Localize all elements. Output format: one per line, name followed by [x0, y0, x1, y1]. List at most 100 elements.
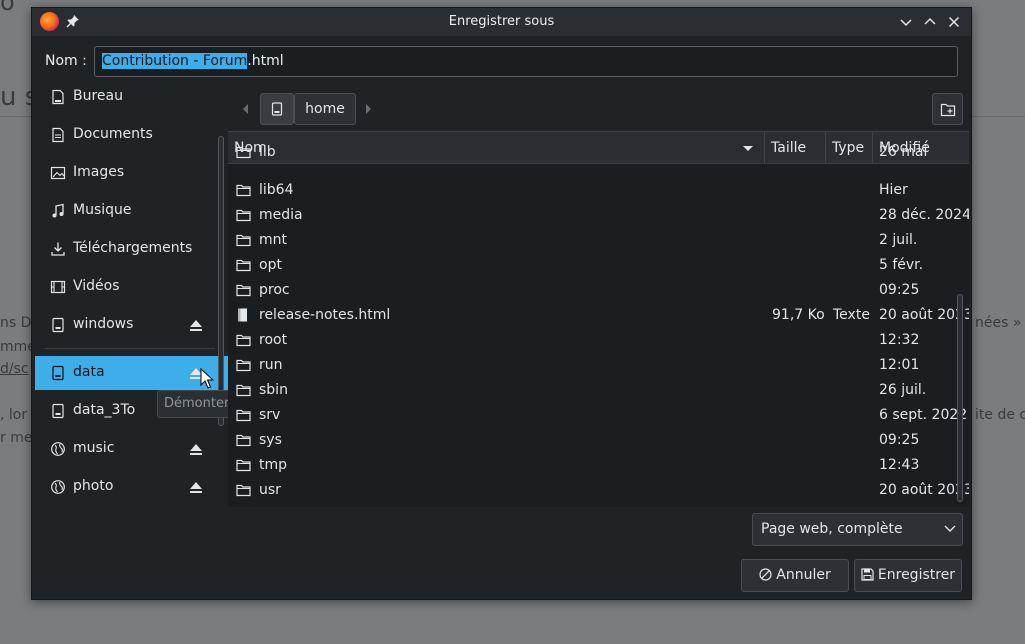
- cancel-icon: [759, 568, 772, 581]
- file-name: run: [259, 357, 283, 373]
- file-modified: 09:25: [879, 282, 920, 298]
- file-name: tmp: [259, 457, 288, 473]
- file-row[interactable]: usr 20 août 2023: [228, 478, 969, 503]
- unmount-tooltip: Démonter: [157, 390, 237, 418]
- file-row[interactable]: run 12:01: [228, 353, 958, 378]
- network-icon: [51, 442, 65, 456]
- sidebar-item-music[interactable]: music: [35, 432, 228, 466]
- forward-arrow-icon[interactable]: [356, 92, 382, 126]
- html-file-icon: [238, 308, 247, 322]
- file-row[interactable]: var20 août 2023: [228, 503, 958, 507]
- eject-icon[interactable]: [189, 480, 203, 494]
- mouse-cursor-icon: [200, 368, 214, 389]
- file-row[interactable]: media 28 déc. 2024: [228, 203, 969, 228]
- sidebar-scrollbar[interactable]: [218, 136, 224, 426]
- sidebar-divider: [45, 348, 215, 349]
- folder-icon: [236, 259, 251, 272]
- file-name: sbin: [259, 382, 288, 398]
- file-row[interactable]: lib64 Hier: [228, 178, 958, 203]
- sidebar-item-label: Bureau: [73, 88, 123, 104]
- file-row[interactable]: release-notes.html 91,7 Ko Texte 20 août 20…: [228, 303, 969, 328]
- sidebar-item-musique[interactable]: Musique: [35, 194, 228, 228]
- sidebar-item-label: Téléchargements: [73, 240, 193, 256]
- file-row[interactable]: root 12:32: [228, 328, 958, 353]
- back-arrow-icon[interactable]: [232, 92, 258, 126]
- folder-icon: [236, 209, 251, 222]
- file-name: release-notes.html: [259, 307, 391, 323]
- file-modified: 5 févr.: [879, 257, 924, 273]
- sidebar-item-bureau[interactable]: Bureau: [35, 86, 228, 114]
- bg-divider: [0, 116, 31, 117]
- file-list-scrollbar[interactable]: [957, 294, 963, 502]
- sidebar-item-label: photo: [73, 478, 114, 494]
- bg-text: r me: [0, 430, 33, 446]
- sidebar-item-documents[interactable]: Documents: [35, 118, 228, 152]
- bg-text: ite de c: [975, 407, 1025, 423]
- file-modified: 20 août 2023: [879, 482, 969, 498]
- minimize-icon[interactable]: [898, 14, 914, 30]
- image-icon: [50, 166, 66, 180]
- file-row[interactable]: srv 6 sept. 2022: [228, 403, 967, 428]
- maximize-icon[interactable]: [922, 14, 938, 30]
- sidebar-item-images[interactable]: Images: [35, 156, 228, 190]
- bg-text: ns D: [0, 315, 32, 331]
- file-name: sys: [259, 432, 282, 448]
- file-name: media: [259, 207, 303, 223]
- file-name-selection: Contribution - Forum: [102, 53, 248, 69]
- cancel-label: Annuler: [776, 567, 831, 583]
- file-row[interactable]: sys 09:25: [228, 428, 958, 453]
- file-type: Texte: [833, 307, 870, 323]
- video-icon: [50, 280, 66, 294]
- file-row[interactable]: sbin 26 juil.: [228, 378, 958, 403]
- sidebar-item-label: music: [73, 440, 115, 456]
- file-name: lib: [259, 144, 276, 160]
- file-modified: 2 juil.: [879, 232, 918, 248]
- file-name: lib64: [259, 182, 294, 198]
- folder-icon: [236, 284, 251, 297]
- file-row[interactable]: opt 5 févr.: [228, 253, 958, 278]
- cancel-button[interactable]: Annuler: [741, 559, 849, 592]
- new-folder-button[interactable]: [932, 93, 963, 125]
- file-name: srv: [259, 407, 281, 423]
- breadcrumb-home-button[interactable]: home: [294, 93, 356, 125]
- file-name-extension: .html: [247, 53, 284, 69]
- new-folder-icon: [940, 103, 956, 117]
- file-row[interactable]: lib 26 mai: [228, 140, 958, 165]
- save-button[interactable]: Enregistrer: [854, 559, 962, 592]
- folder-icon: [236, 184, 251, 197]
- file-modified: 26 juil.: [879, 382, 927, 398]
- eject-icon[interactable]: [189, 442, 203, 456]
- bg-text: nées » c: [975, 315, 1025, 331]
- file-type-select[interactable]: Page web, complète: [752, 513, 963, 546]
- file-name-input[interactable]: Contribution - Forum.html: [94, 46, 958, 77]
- sidebar-item-windows[interactable]: windows: [35, 308, 228, 342]
- sidebar-item-label: Vidéos: [73, 278, 120, 294]
- drive-icon: [52, 317, 64, 333]
- download-icon: [51, 242, 65, 256]
- sidebar-item-label: windows: [73, 316, 134, 332]
- breadcrumb-root-button[interactable]: [260, 93, 294, 125]
- drive-icon: [52, 403, 64, 419]
- eject-icon[interactable]: [189, 318, 203, 332]
- save-as-dialog: Enregistrer sous Nom : Contribution - Fo…: [31, 7, 972, 600]
- sidebar-item-photo[interactable]: photo: [35, 470, 228, 504]
- file-row[interactable]: tmp 12:43: [228, 453, 958, 478]
- close-icon[interactable]: [946, 14, 962, 30]
- sidebar-item-videos[interactable]: Vidéos: [35, 270, 228, 304]
- file-modified: 12:01: [879, 357, 920, 373]
- places-sidebar: Bureau Documents Images Musique Téléchar…: [35, 86, 228, 506]
- file-name: proc: [259, 282, 290, 298]
- music-icon: [52, 203, 64, 218]
- file-list[interactable]: Nom Taille Type Modifié lib 26 mai lib64 Hi…: [228, 131, 969, 507]
- file-modified: 09:25: [879, 432, 920, 448]
- sidebar-item-telechargements[interactable]: Téléchargements: [35, 232, 228, 266]
- file-row[interactable]: proc 09:25: [228, 278, 958, 303]
- file-row[interactable]: mnt 2 juil.: [228, 228, 958, 253]
- title-bar[interactable]: Enregistrer sous: [32, 8, 971, 36]
- folder-icon: [236, 234, 251, 247]
- bg-text: , lor: [0, 407, 28, 423]
- folder-icon: [236, 459, 251, 472]
- file-name: usr: [259, 482, 281, 498]
- sidebar-item-label: data_3To: [73, 402, 136, 418]
- folder-icon: [236, 484, 251, 497]
